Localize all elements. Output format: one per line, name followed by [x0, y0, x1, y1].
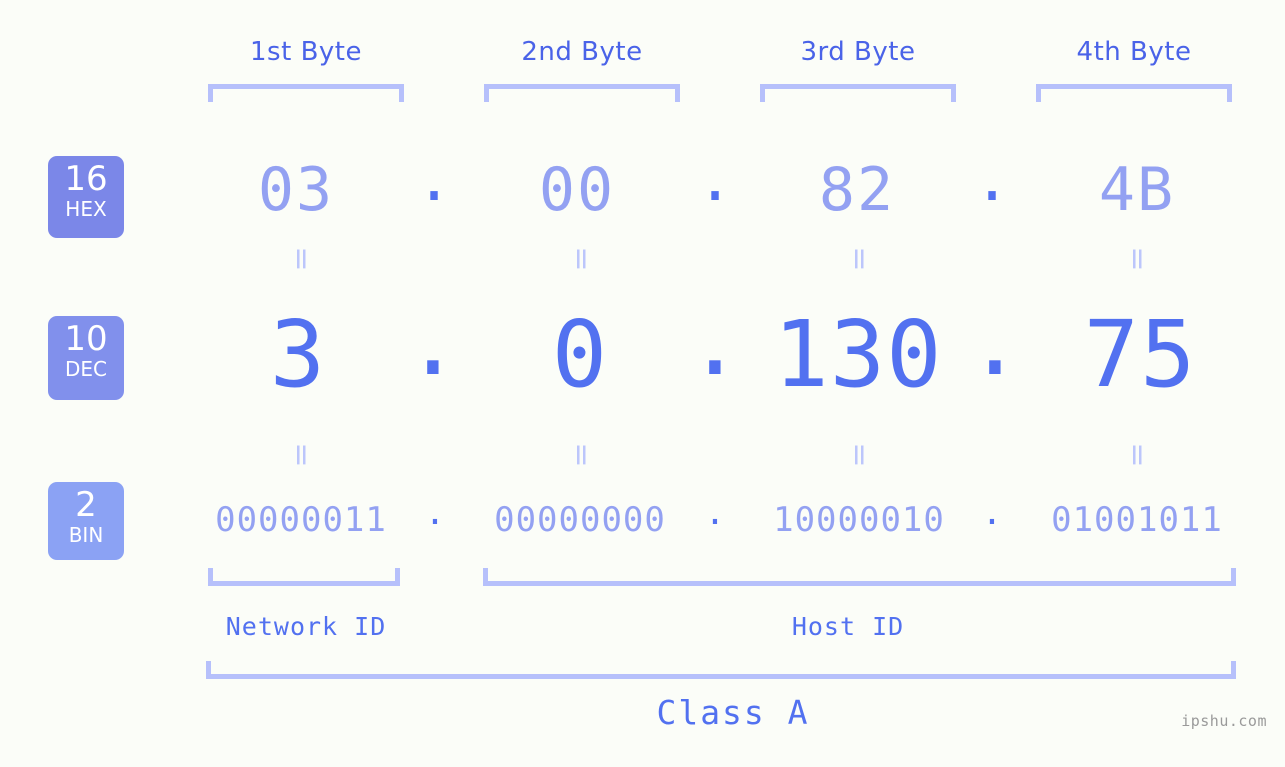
network-id-label: Network ID: [225, 612, 387, 641]
equality-mark-hex-dec-2: =: [564, 246, 599, 272]
dec-separator-2: .: [687, 289, 743, 396]
bin-byte-3: 10000010: [773, 500, 945, 540]
equality-mark-hex-dec-1: =: [284, 246, 319, 272]
radix-badge-dec-label: DEC: [64, 357, 107, 381]
host-id-label: Host ID: [791, 612, 905, 641]
radix-badge-hex-label: HEX: [65, 197, 107, 221]
dec-byte-1: 3: [269, 301, 327, 408]
equality-mark-dec-bin-1: =: [284, 442, 319, 468]
dec-byte-4: 75: [1083, 301, 1197, 408]
bin-byte-4: 01001011: [1051, 500, 1223, 540]
radix-badge-hex: 16 HEX: [48, 156, 124, 238]
byte-bracket-2: [484, 84, 680, 102]
bin-separator-3: .: [981, 493, 1003, 533]
hex-separator-2: .: [696, 145, 734, 215]
radix-badge-dec-number: 10: [64, 319, 108, 359]
dec-byte-2: 0: [551, 301, 609, 408]
byte-bracket-4: [1036, 84, 1232, 102]
equality-mark-dec-bin-4: =: [1120, 442, 1155, 468]
bin-byte-1: 00000011: [215, 500, 387, 540]
byte-header-2: 2nd Byte: [521, 37, 643, 67]
equality-mark-hex-dec-3: =: [842, 246, 877, 272]
radix-badge-bin-number: 2: [75, 485, 97, 525]
equality-mark-dec-bin-3: =: [842, 442, 877, 468]
equality-mark-hex-dec-4: =: [1120, 246, 1155, 272]
hex-byte-3: 82: [818, 155, 896, 225]
hex-separator-3: .: [973, 145, 1011, 215]
network-id-bracket: [208, 568, 400, 586]
bin-separator-2: .: [704, 493, 726, 533]
ip-address-breakdown-diagram: 1st Byte 2nd Byte 3rd Byte 4th Byte 16 H…: [0, 0, 1285, 767]
hex-byte-4: 4B: [1098, 155, 1176, 225]
hex-byte-1: 03: [257, 155, 335, 225]
hex-byte-2: 00: [538, 155, 616, 225]
bin-separator-1: .: [424, 493, 446, 533]
bin-byte-2: 00000000: [494, 500, 666, 540]
byte-header-3: 3rd Byte: [800, 37, 916, 67]
radix-badge-hex-number: 16: [64, 159, 108, 199]
dec-byte-3: 130: [773, 301, 943, 408]
byte-header-1: 1st Byte: [250, 37, 362, 67]
dec-separator-1: .: [405, 289, 461, 396]
radix-badge-dec: 10 DEC: [48, 316, 124, 400]
watermark: ipshu.com: [1181, 712, 1267, 730]
equality-mark-dec-bin-2: =: [564, 442, 599, 468]
radix-badge-bin-label: BIN: [68, 523, 104, 547]
hex-separator-1: .: [415, 145, 453, 215]
byte-bracket-1: [208, 84, 404, 102]
dec-separator-3: .: [967, 289, 1023, 396]
class-label: Class A: [656, 693, 810, 732]
host-id-bracket: [483, 568, 1236, 586]
byte-bracket-3: [760, 84, 956, 102]
class-bracket: [206, 661, 1236, 679]
radix-badge-bin: 2 BIN: [48, 482, 124, 560]
byte-header-4: 4th Byte: [1076, 37, 1192, 67]
